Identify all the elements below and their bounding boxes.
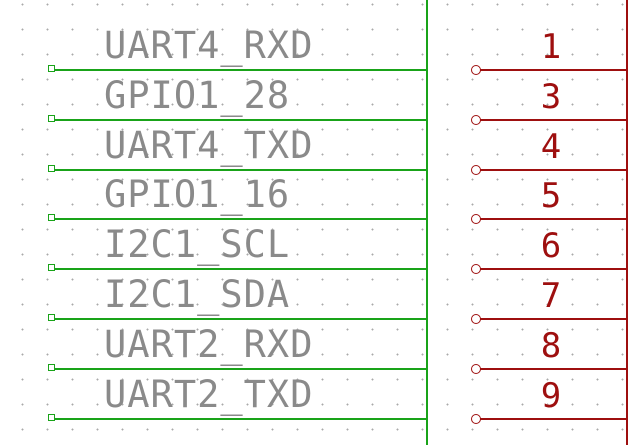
connector-pin[interactable] xyxy=(476,268,626,270)
pin-connection-point[interactable] xyxy=(471,264,481,274)
net-label-anchor[interactable] xyxy=(48,364,55,371)
pin-number: 1 xyxy=(540,27,562,67)
wire-segment[interactable] xyxy=(53,119,427,121)
wire-segment[interactable] xyxy=(53,218,427,220)
pin-number: 4 xyxy=(540,127,562,167)
wire-segment[interactable] xyxy=(53,69,427,71)
wire-segment[interactable] xyxy=(53,418,427,420)
pin-connection-point[interactable] xyxy=(471,165,481,175)
net-row[interactable]: GPIO1_16 5 xyxy=(0,173,633,229)
net-label-anchor[interactable] xyxy=(48,414,55,421)
connector-pin[interactable] xyxy=(476,368,626,370)
schematic-canvas[interactable]: UART4_RXD 1 GPIO1_28 3 UART4_TXD 4 GPIO1… xyxy=(0,0,633,445)
pin-number: 6 xyxy=(540,226,562,266)
pin-connection-point[interactable] xyxy=(471,364,481,374)
net-label[interactable]: I2C1_SCL xyxy=(104,223,290,267)
net-label[interactable]: GPIO1_16 xyxy=(104,173,290,217)
net-label-anchor[interactable] xyxy=(48,65,55,72)
net-row[interactable]: GPIO1_28 3 xyxy=(0,74,633,130)
connector-pin[interactable] xyxy=(476,418,626,420)
net-row[interactable]: I2C1_SDA 7 xyxy=(0,273,633,329)
net-label-anchor[interactable] xyxy=(48,115,55,122)
wire-segment[interactable] xyxy=(53,368,427,370)
net-label-anchor[interactable] xyxy=(48,214,55,221)
wire-segment[interactable] xyxy=(53,169,427,171)
net-label-anchor[interactable] xyxy=(48,165,55,172)
net-label[interactable]: UART2_TXD xyxy=(104,373,313,417)
connector-pin[interactable] xyxy=(476,69,626,71)
net-label-anchor[interactable] xyxy=(48,264,55,271)
net-label[interactable]: UART4_RXD xyxy=(104,24,313,68)
connector-pin[interactable] xyxy=(476,119,626,121)
net-label[interactable]: UART2_RXD xyxy=(104,323,313,367)
net-label[interactable]: I2C1_SDA xyxy=(104,273,290,317)
pin-connection-point[interactable] xyxy=(471,115,481,125)
connector-pin[interactable] xyxy=(476,218,626,220)
net-row[interactable]: UART4_RXD 1 xyxy=(0,24,633,80)
net-label[interactable]: UART4_TXD xyxy=(104,124,313,168)
pin-number: 8 xyxy=(540,326,562,366)
wire-segment[interactable] xyxy=(53,318,427,320)
pin-number: 3 xyxy=(540,77,562,117)
pin-number: 9 xyxy=(540,376,562,416)
pin-connection-point[interactable] xyxy=(471,65,481,75)
net-label-anchor[interactable] xyxy=(48,314,55,321)
pin-number: 5 xyxy=(540,176,562,216)
connector-pin[interactable] xyxy=(476,318,626,320)
net-row[interactable]: I2C1_SCL 6 xyxy=(0,223,633,279)
pin-connection-point[interactable] xyxy=(471,214,481,224)
net-row[interactable]: UART2_RXD 8 xyxy=(0,323,633,379)
net-row[interactable]: UART4_TXD 4 xyxy=(0,124,633,180)
net-label[interactable]: GPIO1_28 xyxy=(104,74,290,118)
wire-segment[interactable] xyxy=(53,268,427,270)
net-row[interactable]: UART2_TXD 9 xyxy=(0,373,633,429)
pin-connection-point[interactable] xyxy=(471,414,481,424)
pin-number: 7 xyxy=(540,276,562,316)
connector-pin[interactable] xyxy=(476,169,626,171)
pin-connection-point[interactable] xyxy=(471,314,481,324)
